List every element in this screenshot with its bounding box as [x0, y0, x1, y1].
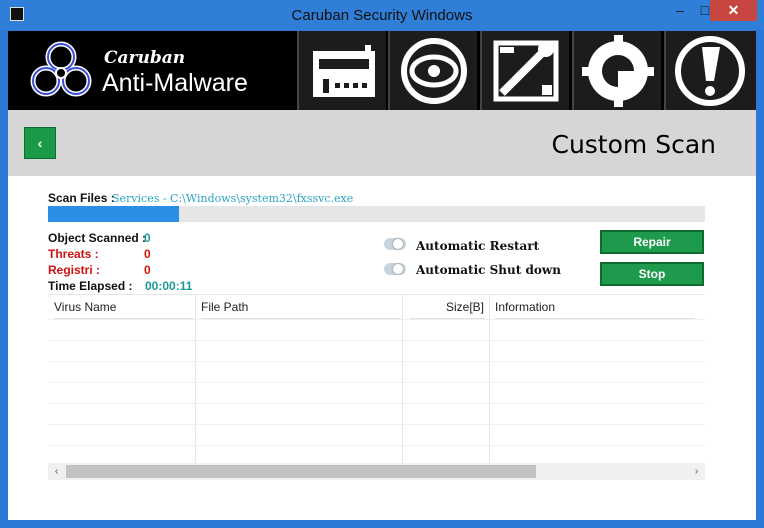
auto-restart-label: Automatic Restart	[416, 239, 540, 253]
scan-progress-bar	[48, 206, 705, 222]
nav-tools-button[interactable]	[480, 31, 569, 110]
scroll-left-arrow[interactable]: ‹	[48, 463, 65, 480]
tools-icon	[493, 40, 559, 102]
nav-help-button[interactable]	[664, 31, 756, 110]
column-header-virus-name[interactable]: Virus Name	[54, 295, 194, 319]
registri-label: Registri :	[48, 263, 101, 277]
building-icon	[313, 45, 375, 97]
gear-update-icon	[582, 35, 654, 107]
auto-restart-toggle[interactable]	[384, 238, 406, 250]
table-row	[48, 424, 705, 425]
page-title: Custom Scan	[551, 130, 716, 159]
close-button[interactable]: ✕	[710, 0, 757, 21]
object-scanned-label: Object Scanned :	[48, 231, 147, 245]
table-row	[48, 361, 705, 362]
biohazard-logo-icon	[30, 41, 92, 97]
scan-progress-fill	[48, 206, 180, 222]
time-elapsed-label: Time Elapsed :	[48, 279, 133, 293]
column-header-size[interactable]: Size[B]	[410, 295, 484, 319]
logo: Caruban Anti-Malware	[8, 31, 296, 110]
threats-label: Threats :	[48, 247, 99, 261]
table-row	[48, 403, 705, 404]
scrollbar-thumb[interactable]	[66, 465, 536, 478]
time-elapsed-value: 00:00:11	[145, 279, 193, 293]
app-window: Caruban Security Windows – □ ✕ Caruban A…	[0, 0, 764, 528]
object-scanned-value: 0	[144, 231, 151, 245]
column-divider	[489, 295, 490, 465]
scroll-right-arrow[interactable]: ›	[688, 463, 705, 480]
column-divider	[195, 295, 196, 465]
scan-files-label: Scan Files :	[48, 191, 115, 205]
table-row	[48, 445, 705, 446]
auto-shutdown-label: Automatic Shut down	[416, 263, 561, 277]
page-header: ‹ Custom Scan	[8, 110, 756, 176]
table-header-divider	[48, 319, 705, 320]
title-bar: Caruban Security Windows – □ ✕	[0, 0, 764, 30]
nav-scan-button[interactable]	[388, 31, 477, 110]
auto-shutdown-toggle[interactable]	[384, 263, 406, 275]
logo-product: Anti-Malware	[102, 69, 248, 97]
current-scan-file: Services - C:\Windows\system32\fxssvc.ex…	[112, 192, 354, 205]
results-table: Virus Name File Path Size[B] Information	[48, 294, 705, 465]
stop-button[interactable]: Stop	[600, 262, 704, 286]
registri-value: 0	[144, 263, 151, 277]
scan-target-icon	[401, 38, 467, 104]
client-area: Caruban Anti-Malware ‹ Custom Scan Scan …	[8, 31, 756, 520]
nav-home-button[interactable]	[297, 31, 386, 110]
horizontal-scrollbar[interactable]: ‹ ›	[48, 463, 705, 480]
table-row	[48, 340, 705, 341]
banner: Caruban Anti-Malware	[8, 31, 756, 110]
repair-button[interactable]: Repair	[600, 230, 704, 254]
nav-update-button[interactable]	[572, 31, 661, 110]
column-divider	[402, 295, 403, 465]
back-button[interactable]: ‹	[24, 127, 56, 159]
window-title: Caruban Security Windows	[291, 7, 473, 24]
threats-value: 0	[144, 247, 151, 261]
minimize-button[interactable]: –	[667, 0, 693, 21]
column-header-information[interactable]: Information	[495, 295, 695, 319]
column-header-file-path[interactable]: File Path	[201, 295, 401, 319]
exclamation-icon	[675, 36, 745, 106]
table-row	[48, 382, 705, 383]
logo-brand: Caruban	[104, 48, 186, 68]
